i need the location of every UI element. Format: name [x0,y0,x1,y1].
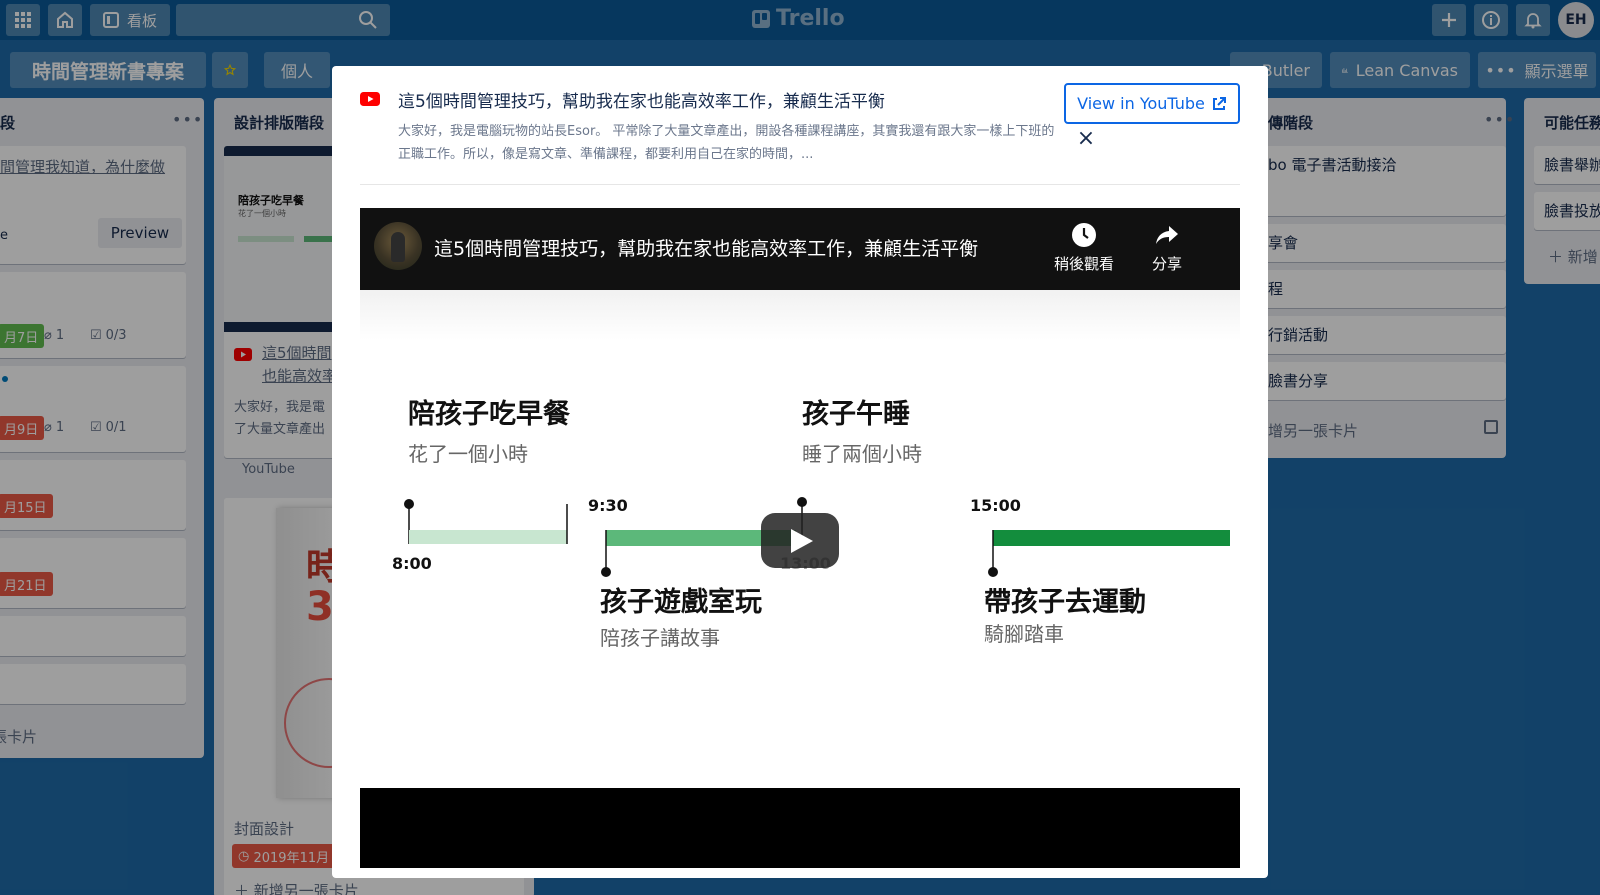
modal-description: 大家好，我是電腦玩物的站長Esor。 平常除了大量文章產出，開設各種課程講座，其… [398,124,1055,162]
timeline-time: 8:00 [392,554,432,573]
timeline-time: 15:00 [970,496,1021,515]
video-player[interactable]: 這5個時間管理技巧，幫助我在家也能高效率工作，兼顧生活平衡 稍後觀看 分享 陪孩… [360,208,1240,868]
timeline-event-subtitle: 騎腳踏車 [984,622,1064,646]
timeline-event-subtitle: 陪孩子講故事 [600,626,720,650]
timeline-event-title: 帶孩子去運動 [984,587,1146,618]
play-icon[interactable] [761,513,839,568]
divider [360,184,1240,185]
youtube-icon [360,91,380,110]
video-preview-modal: 這5個時間管理技巧，幫助我在家也能高效率工作，兼顧生活平衡 大家好，我是電腦玩物… [332,66,1268,878]
close-icon[interactable]: × [1075,128,1097,150]
timeline-time: 9:30 [588,496,628,515]
view-in-youtube-button[interactable]: View in YouTube [1064,83,1240,124]
timeline-event-title: 孩子遊戲室玩 [600,587,762,618]
view-in-youtube-label: View in YouTube [1077,94,1205,113]
external-link-icon [1212,96,1226,110]
video-bottom-bar [360,788,1240,868]
modal-title: 這5個時間管理技巧，幫助我在家也能高效率工作，兼顧生活平衡 [398,92,885,112]
timeline-graphic [404,497,1230,577]
